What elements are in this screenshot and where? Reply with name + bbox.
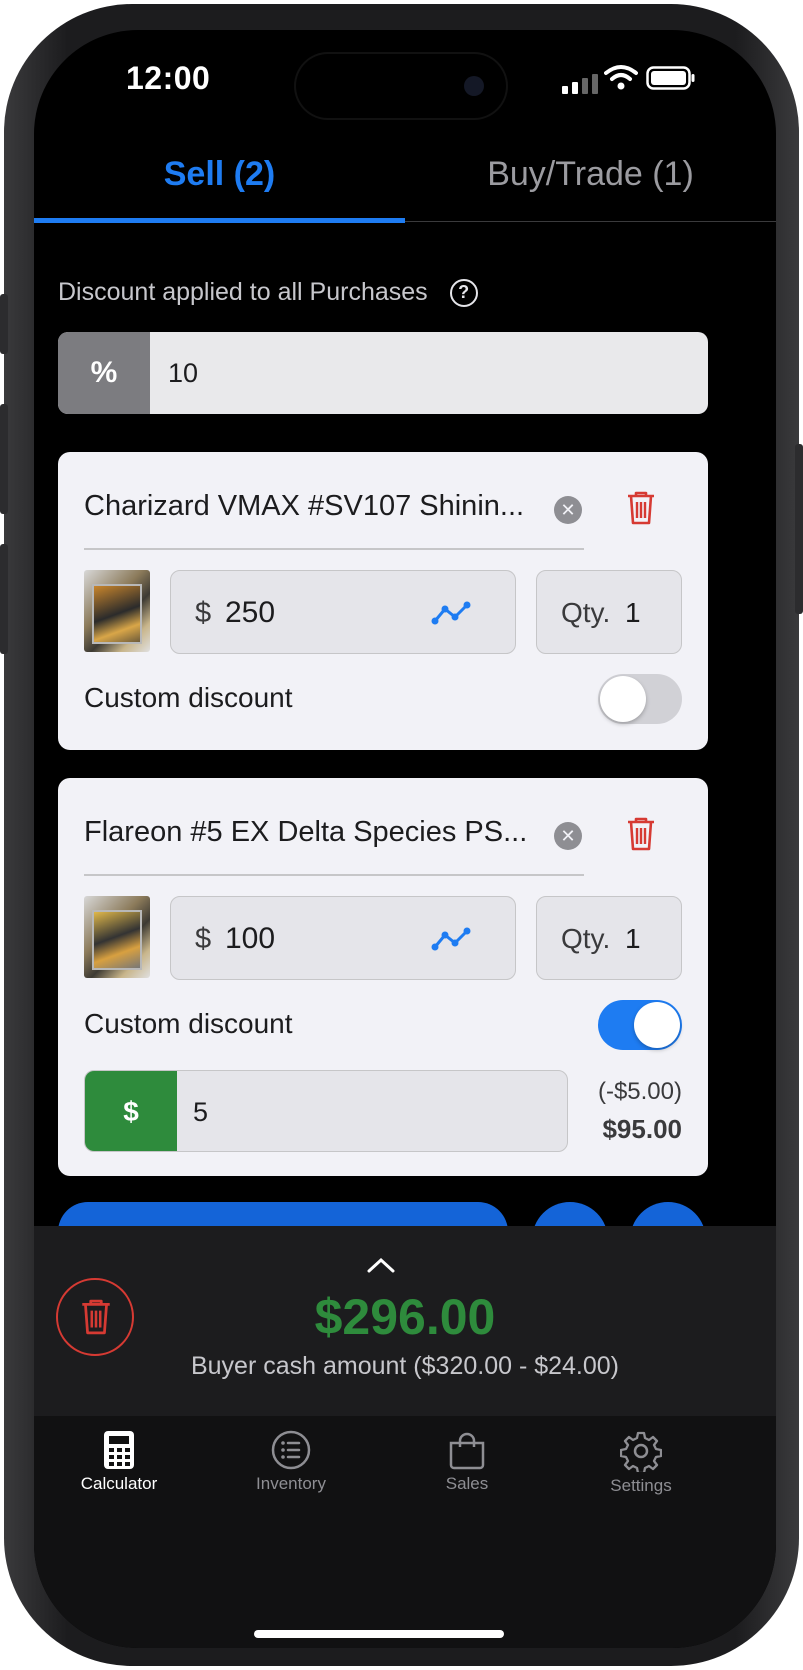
item-title[interactable]: Flareon #5 EX Delta Species PS...: [84, 816, 540, 849]
volume-down-button: [0, 544, 8, 654]
home-indicator: [254, 1630, 504, 1638]
battery-icon: [646, 66, 695, 90]
currency-symbol: $: [195, 923, 212, 955]
title-divider: [84, 548, 584, 550]
shopping-bag-icon: [449, 1432, 485, 1470]
wifi-icon: [604, 65, 638, 90]
help-icon[interactable]: ?: [449, 278, 478, 307]
nav-calculator[interactable]: Calculator: [34, 1430, 204, 1494]
mute-switch: [0, 294, 8, 354]
custom-discount-value[interactable]: 5: [193, 1071, 208, 1151]
trash-icon[interactable]: [626, 490, 656, 526]
total-description: Buyer cash amount ($320.00 - $24.00): [190, 1352, 620, 1380]
total-amount: $296.00: [314, 1289, 496, 1345]
power-button: [795, 444, 803, 614]
nav-sales[interactable]: Sales: [382, 1430, 552, 1494]
nav-label: Sales: [445, 1474, 489, 1493]
custom-discount-label: Custom discount: [84, 1008, 293, 1039]
trash-icon[interactable]: [626, 816, 656, 852]
price-trend-icon[interactable]: [431, 597, 471, 629]
nav-label: Inventory: [256, 1474, 326, 1493]
volume-up-button: [0, 404, 8, 514]
discount-input[interactable]: % 10: [58, 332, 708, 414]
tab-sell[interactable]: Sell (2): [34, 126, 405, 222]
price-value[interactable]: 100: [225, 897, 275, 981]
item-title[interactable]: Charizard VMAX #SV107 Shinin...: [84, 490, 540, 523]
qty-value[interactable]: 1: [625, 571, 641, 655]
qty-value[interactable]: 1: [625, 897, 641, 981]
custom-discount-input[interactable]: $ 5: [84, 1070, 568, 1152]
dollar-prefix[interactable]: $: [85, 1071, 177, 1151]
card-thumbnail[interactable]: [84, 896, 150, 978]
active-tab-indicator: [34, 218, 405, 223]
price-input[interactable]: $ 100: [170, 896, 516, 980]
discount-label: Discount applied to all Purchases: [58, 278, 428, 306]
status-time: 12:00: [126, 60, 211, 96]
nav-settings[interactable]: Settings: [556, 1430, 726, 1496]
list-icon: [271, 1430, 311, 1470]
screen: 12:00 Sell (2) Buy/Trade (1) Discount ap…: [34, 30, 776, 1648]
camera: [464, 76, 484, 96]
custom-discount-label: Custom discount: [84, 682, 293, 713]
quantity-input[interactable]: Qty. 1: [536, 570, 682, 654]
nav-label: Calculator: [80, 1474, 158, 1493]
mode-tabs: Sell (2) Buy/Trade (1): [34, 126, 776, 223]
tab-buy-trade[interactable]: Buy/Trade (1): [405, 126, 776, 222]
price-trend-icon[interactable]: [431, 923, 471, 955]
qty-label: Qty.: [561, 923, 611, 954]
discounted-price: $95.00: [602, 1114, 682, 1144]
custom-discount-toggle[interactable]: [598, 1000, 682, 1050]
discount-header: Discount applied to all Purchases ?: [58, 278, 478, 307]
cellular-signal-icon: [562, 74, 598, 94]
nav-inventory[interactable]: Inventory: [206, 1430, 376, 1494]
chevron-up-icon[interactable]: [366, 1256, 396, 1274]
calculator-icon: [104, 1431, 134, 1469]
qty-label: Qty.: [561, 597, 611, 628]
item-card: Charizard VMAX #SV107 Shinin... ✕ $ 250: [58, 452, 708, 750]
summary-panel: $296.00 Buyer cash amount ($320.00 - $24…: [34, 1226, 776, 1418]
clear-title-icon[interactable]: ✕: [554, 496, 582, 524]
nav-label: Settings: [610, 1476, 672, 1495]
status-bar: 12:00: [34, 30, 776, 130]
item-card: Flareon #5 EX Delta Species PS... ✕ $ 10…: [58, 778, 708, 1176]
percent-prefix[interactable]: %: [58, 332, 150, 414]
card-thumbnail[interactable]: [84, 570, 150, 652]
discount-delta: (-$5.00): [597, 1078, 682, 1105]
price-value[interactable]: 250: [225, 571, 275, 655]
currency-symbol: $: [195, 597, 212, 629]
dynamic-island: [296, 54, 506, 118]
clear-title-icon[interactable]: ✕: [554, 822, 582, 850]
device-frame: 12:00 Sell (2) Buy/Trade (1) Discount ap…: [0, 4, 803, 1666]
title-divider: [84, 874, 584, 876]
price-input[interactable]: $ 250: [170, 570, 516, 654]
gear-icon: [620, 1431, 662, 1472]
quantity-input[interactable]: Qty. 1: [536, 896, 682, 980]
bottom-nav: Calculator Inventory Sales Settings: [34, 1416, 776, 1648]
discount-value[interactable]: 10: [168, 332, 198, 414]
custom-discount-toggle[interactable]: [598, 674, 682, 724]
